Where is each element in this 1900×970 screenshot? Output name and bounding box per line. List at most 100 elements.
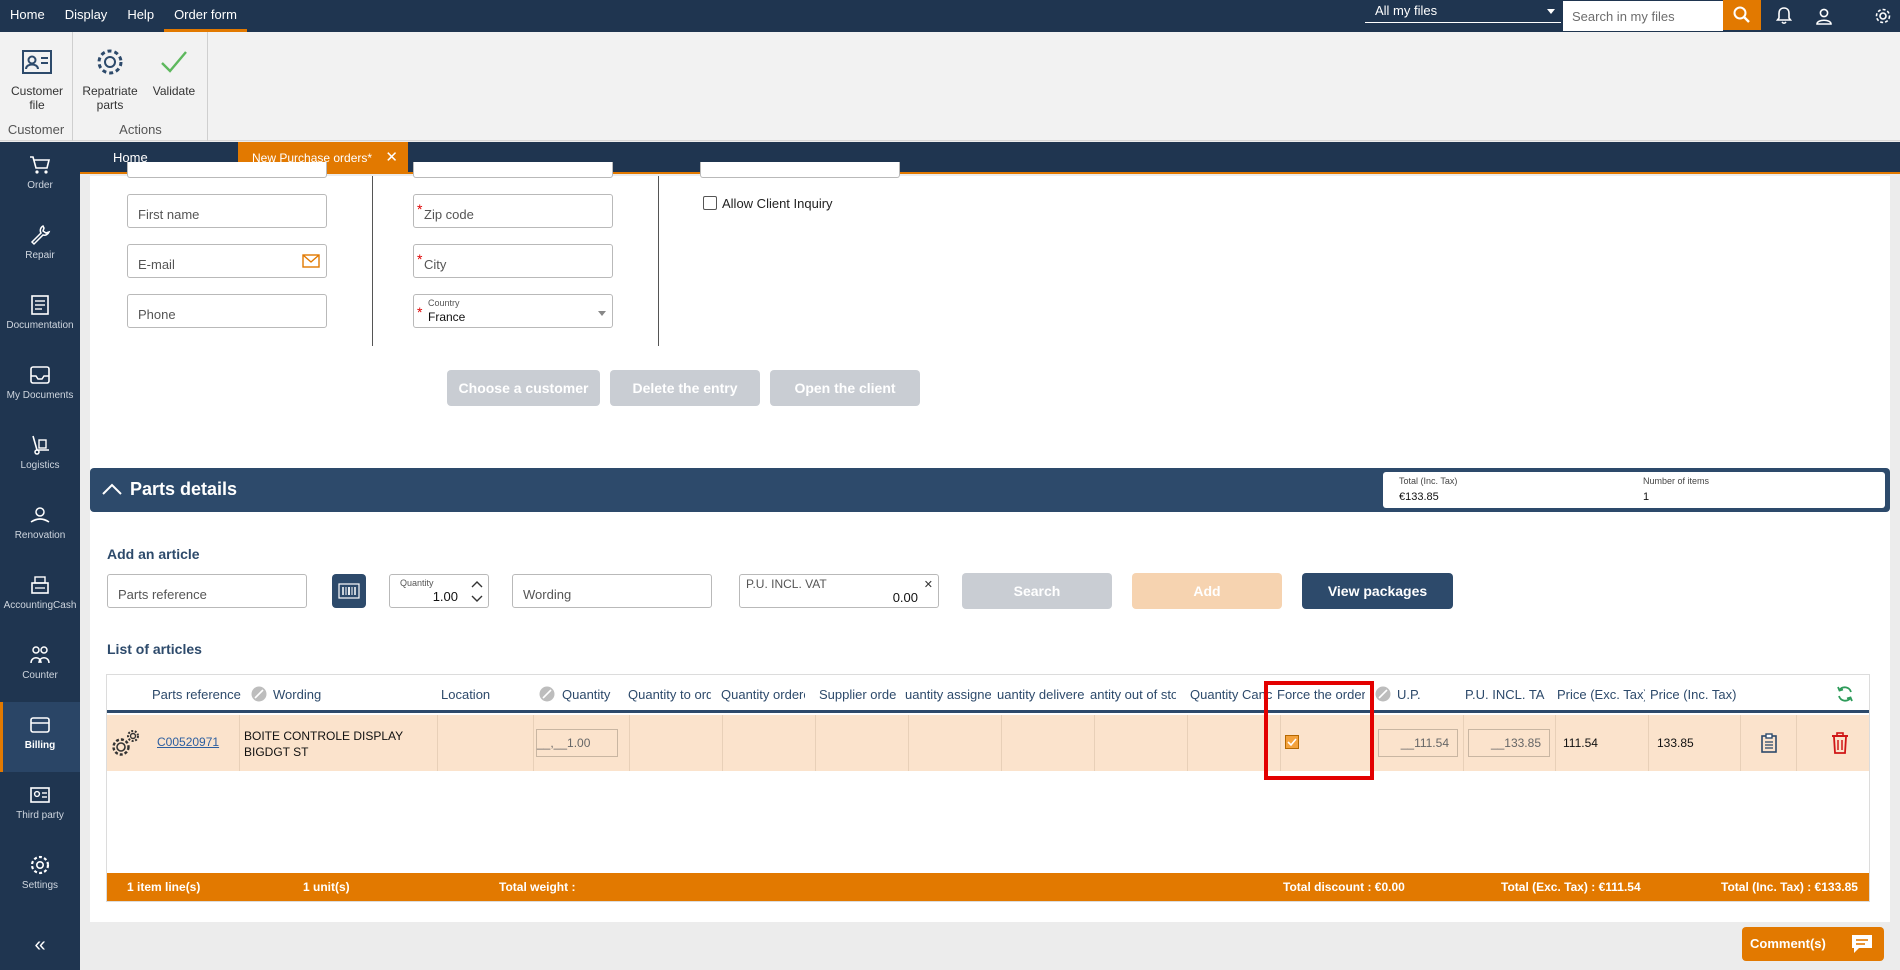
city-input[interactable] bbox=[414, 245, 612, 277]
comments-button[interactable]: Comment(s) bbox=[1742, 927, 1884, 961]
sidebar-item-order[interactable]: Order bbox=[0, 142, 80, 212]
parts-reference-link[interactable]: C00520971 bbox=[157, 735, 219, 749]
search-article-button[interactable]: Search bbox=[962, 573, 1112, 609]
email-input[interactable] bbox=[128, 245, 326, 277]
col-quantity-out-of-stock[interactable]: antity out of sto bbox=[1090, 687, 1176, 702]
clipboard-list-icon[interactable] bbox=[1759, 733, 1779, 753]
sidebar-item-renovation[interactable]: Renovation bbox=[0, 492, 80, 562]
wording-input[interactable] bbox=[513, 575, 711, 607]
parts-reference-field bbox=[107, 574, 307, 608]
search-input[interactable] bbox=[1563, 1, 1723, 31]
sidebar-item-accounting-cash[interactable]: AccountingCash bbox=[0, 562, 80, 632]
footer-item-lines: 1 item line(s) bbox=[127, 880, 201, 894]
col-quantity-assigned[interactable]: uantity assigne bbox=[905, 687, 991, 702]
repatriate-parts-label: Repatriate parts bbox=[82, 84, 138, 112]
sidebar-label: AccountingCash bbox=[3, 600, 77, 611]
allow-client-inquiry-label: Allow Client Inquiry bbox=[722, 196, 833, 211]
col-quantity-delivered[interactable]: uantity delivere bbox=[997, 687, 1084, 702]
sidebar-item-counter[interactable]: Counter bbox=[0, 632, 80, 702]
collapse-sidebar-button[interactable]: « bbox=[0, 920, 80, 970]
customer-group-title: Customer bbox=[7, 122, 65, 137]
open-client-button[interactable]: Open the client bbox=[770, 370, 920, 406]
billing-card-icon bbox=[30, 717, 50, 733]
choose-customer-button[interactable]: Choose a customer bbox=[447, 370, 600, 406]
edit-column-icon[interactable] bbox=[1375, 686, 1391, 702]
sidebar-item-third-party[interactable]: Third party bbox=[0, 772, 80, 842]
parts-details-header[interactable]: Parts details Total (Inc. Tax) €133.85 N… bbox=[90, 468, 1890, 512]
parts-reference-input[interactable] bbox=[108, 575, 306, 607]
sidebar-item-billing[interactable]: Billing bbox=[0, 702, 80, 772]
sidebar-item-settings[interactable]: Settings bbox=[0, 842, 80, 912]
unit-price-input[interactable]: __111.54 bbox=[1378, 729, 1458, 757]
sidebar-label: Third party bbox=[16, 810, 64, 821]
required-marker: * bbox=[417, 251, 423, 267]
table-row[interactable]: C00520971 BOITE CONTROLE DISPLAY BIGDGT … bbox=[107, 715, 1869, 771]
price-exc-tax-value: 111.54 bbox=[1563, 736, 1598, 750]
pu-incl-tax-input[interactable]: __133.85 bbox=[1468, 729, 1550, 757]
col-wording[interactable]: Wording bbox=[273, 687, 363, 702]
col-price-exc-tax[interactable]: Price (Exc. Tax) bbox=[1557, 687, 1645, 702]
user-account-button[interactable] bbox=[1808, 0, 1840, 32]
trash-icon[interactable] bbox=[1831, 732, 1849, 754]
zip-code-field: * bbox=[413, 194, 613, 228]
quantity-value: 1.00 bbox=[432, 589, 458, 604]
envelope-icon[interactable] bbox=[302, 254, 320, 268]
barcode-scan-button[interactable] bbox=[332, 574, 366, 608]
view-packages-button[interactable]: View packages bbox=[1302, 573, 1453, 609]
col-unit-price[interactable]: U.P. bbox=[1397, 687, 1437, 702]
zip-code-input[interactable] bbox=[414, 195, 612, 227]
repatriate-parts-button[interactable]: Repatriate parts bbox=[80, 46, 140, 112]
col-pu-incl-tax[interactable]: P.U. INCL. TAX bbox=[1465, 687, 1545, 702]
search-button[interactable] bbox=[1723, 0, 1761, 30]
quantity-delivered-cell bbox=[1002, 715, 1095, 771]
files-scope-select[interactable]: All my files bbox=[1365, 1, 1561, 23]
sidebar-item-logistics[interactable]: Logistics bbox=[0, 422, 80, 492]
close-icon[interactable]: ✕ bbox=[385, 142, 398, 174]
delete-entry-button[interactable]: Delete the entry bbox=[610, 370, 760, 406]
first-name-input[interactable] bbox=[128, 195, 326, 227]
ribbon: Customer file Customer Repatriate parts … bbox=[0, 32, 1900, 141]
gears-icon[interactable] bbox=[111, 728, 141, 758]
col-price-inc-tax[interactable]: Price (Inc. Tax) bbox=[1650, 687, 1740, 702]
menu-display[interactable]: Display bbox=[55, 0, 118, 32]
footer-total-exc-tax: Total (Exc. Tax) : €111.54 bbox=[1501, 880, 1641, 894]
edit-column-icon[interactable] bbox=[539, 686, 555, 702]
add-article-button[interactable]: Add bbox=[1132, 573, 1282, 609]
price-inc-tax-cell: 133.85 bbox=[1649, 715, 1741, 771]
phone-input[interactable] bbox=[128, 295, 326, 327]
pu-incl-tax-cell: __133.85 bbox=[1464, 715, 1556, 771]
chevron-down-icon[interactable] bbox=[470, 593, 484, 605]
sidebar-item-my-documents[interactable]: My Documents bbox=[0, 352, 80, 422]
country-select[interactable]: * Country France bbox=[413, 294, 613, 328]
chevron-up-icon[interactable] bbox=[470, 578, 484, 590]
menu-order-form[interactable]: Order form bbox=[164, 0, 247, 32]
col-supplier-order[interactable]: Supplier orde bbox=[819, 687, 899, 702]
document-icon bbox=[31, 295, 49, 315]
col-parts-reference[interactable]: Parts reference bbox=[152, 687, 242, 702]
gear-icon bbox=[1875, 8, 1891, 24]
col-location[interactable]: Location bbox=[441, 687, 521, 702]
allow-client-inquiry-checkbox[interactable] bbox=[703, 196, 717, 210]
validate-button[interactable]: Validate bbox=[146, 46, 202, 98]
customer-file-button[interactable]: Customer file bbox=[6, 46, 68, 112]
col-quantity[interactable]: Quantity bbox=[562, 687, 632, 702]
menu-help[interactable]: Help bbox=[117, 0, 164, 32]
quantity-stepper[interactable]: Quantity 1.00 bbox=[389, 574, 489, 608]
settings-button[interactable] bbox=[1867, 0, 1899, 32]
clear-icon[interactable]: ✕ bbox=[924, 578, 933, 591]
col-quantity-cancelled[interactable]: Quantity Canc bbox=[1190, 687, 1272, 702]
quantity-out-of-stock-cell bbox=[1095, 715, 1188, 771]
row-quantity-input[interactable]: __,__1.00 bbox=[536, 729, 618, 757]
ribbon-group-customer: Customer file Customer bbox=[0, 32, 73, 141]
edit-column-icon[interactable] bbox=[251, 686, 267, 702]
notifications-button[interactable] bbox=[1768, 0, 1800, 32]
pu-incl-vat-field[interactable]: P.U. INCL. VAT 0.00 ✕ bbox=[739, 574, 939, 608]
sidebar-item-documentation[interactable]: Documentation bbox=[0, 282, 80, 352]
col-quantity-ordered[interactable]: Quantity ordere bbox=[721, 687, 805, 702]
sidebar-item-repair[interactable]: Repair bbox=[0, 212, 80, 282]
city-field: * bbox=[413, 244, 613, 278]
menu-home[interactable]: Home bbox=[0, 0, 55, 32]
refresh-icon[interactable] bbox=[1836, 685, 1854, 703]
quantity-cell: __,__1.00 bbox=[534, 715, 630, 771]
col-quantity-to-order[interactable]: Quantity to ord bbox=[628, 687, 711, 702]
